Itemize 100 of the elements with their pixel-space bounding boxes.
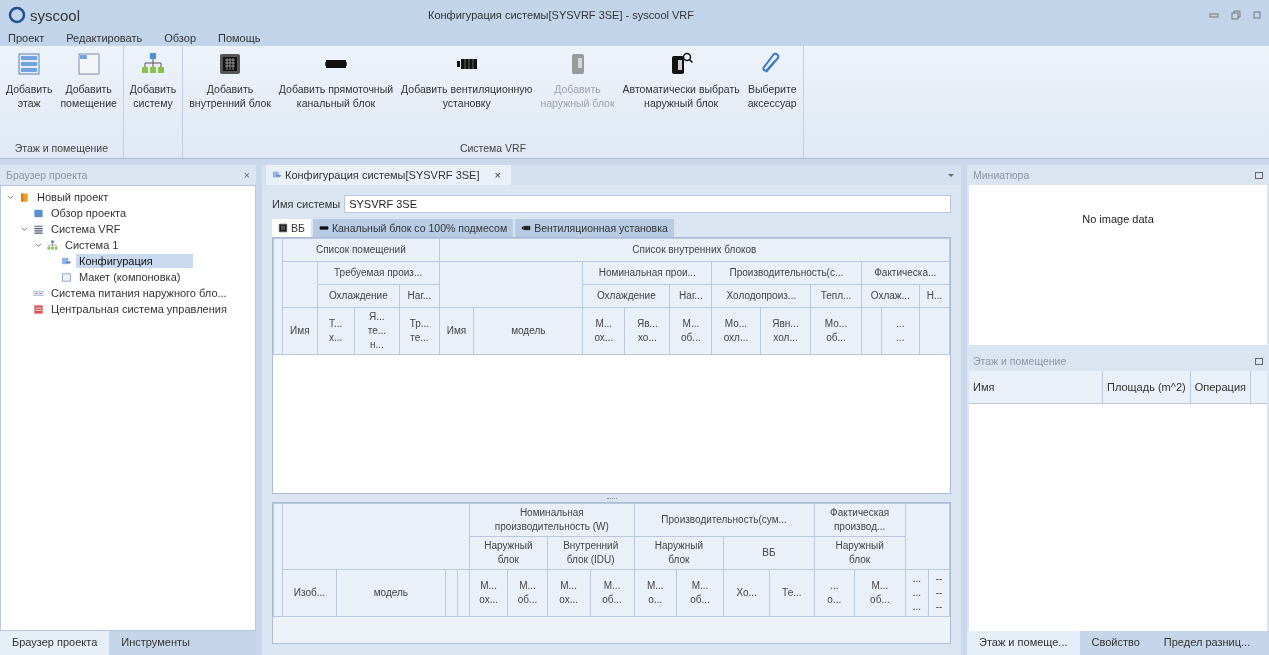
column-header: Имя <box>439 307 474 355</box>
ribbon-button[interactable]: Автоматически выбрать наружный блок <box>618 50 744 142</box>
menu-item[interactable]: Помощь <box>218 32 261 44</box>
close-button[interactable]: × <box>494 169 501 181</box>
column-header: Я... те... н... <box>354 307 400 355</box>
window-title: Конфигурация системы[SYSVRF 3SE] - syscool VRF <box>428 9 695 21</box>
panel-tab[interactable]: Свойство <box>1079 631 1152 655</box>
tree-item[interactable]: Система питания наружного бло... <box>48 286 230 300</box>
outdoor-unit-search-icon <box>669 52 694 76</box>
column-header: М... ох... <box>582 307 625 355</box>
menu-item[interactable]: Редактировать <box>66 32 143 44</box>
ribbon-button[interactable]: Добавить помещение <box>56 50 121 142</box>
collapse-caret-icon[interactable] <box>33 241 43 249</box>
panel-tab[interactable]: Браузер проекта <box>0 631 110 655</box>
folder-icon <box>19 191 30 203</box>
system-name-field[interactable]: SYSVRF 3SE <box>344 195 951 213</box>
ventilation-unit-icon <box>521 223 532 233</box>
panel-tab[interactable]: Инструменты <box>109 631 202 655</box>
restore-icon[interactable] <box>1231 10 1241 20</box>
column-header: Площадь (m^2) <box>1103 371 1191 403</box>
column-header: Мо... охл... <box>711 307 761 355</box>
column-header: Наружный блок <box>634 536 724 570</box>
column-header: М... об... <box>676 569 724 617</box>
column-header: ... о... <box>814 569 855 617</box>
stacked-layers-icon <box>17 52 42 76</box>
column-header: ... ... <box>881 307 920 355</box>
document-tab[interactable]: Конфигурация системы[SYSVRF 3SE] × <box>266 165 511 185</box>
column-header: Имя <box>282 307 318 355</box>
ribbon-group-label: Система VRF <box>458 142 528 156</box>
column-header: Наружный блок <box>469 536 548 570</box>
panel-title: Этаж и помещение <box>973 355 1067 367</box>
column-header: Изоб... <box>282 569 337 617</box>
column-header: Номинальная прои... <box>582 261 712 285</box>
dropdown-caret-icon[interactable] <box>947 171 955 179</box>
column-header: модель <box>336 569 446 617</box>
list-icon <box>33 223 44 235</box>
ribbon-button[interactable]: Добавить внутренний блок <box>185 50 275 142</box>
ribbon-button[interactable]: Добавить вентиляционную установку <box>397 50 537 142</box>
ribbon-button[interactable]: Добавить этаж <box>2 50 57 142</box>
layout-icon <box>61 271 72 283</box>
ribbon-group-label: Этаж и помещение <box>13 142 110 156</box>
menu-item[interactable]: Обзор <box>164 32 196 44</box>
column-header: Т... х... <box>317 307 355 355</box>
ribbon-button[interactable]: Добавить прямоточный канальный блок <box>274 50 398 142</box>
column-header: ВБ <box>723 536 815 570</box>
minimize-icon[interactable] <box>1209 10 1219 20</box>
hierarchy-icon <box>47 239 58 251</box>
window-icon <box>76 52 101 76</box>
column-header: Производительность(с... <box>711 261 862 285</box>
column-header: М... об... <box>590 569 635 617</box>
unit-type-tab[interactable]: Вентиляционная установка <box>515 219 674 237</box>
column-header: М... о... <box>634 569 677 617</box>
column-header: Фактическая производ... <box>814 503 906 537</box>
panel-tab[interactable]: Предел разниц... <box>1151 631 1263 655</box>
panel-title: Миниатюра <box>973 169 1030 181</box>
unit-type-tab[interactable]: Канальный блок со 100% подмесом <box>312 219 514 237</box>
column-header: Те... <box>769 569 815 617</box>
app-logo-text: syscool <box>30 6 81 24</box>
close-icon[interactable] <box>1253 10 1261 20</box>
tree-item[interactable]: Система VRF <box>48 222 124 236</box>
logo-ring-icon <box>8 6 26 24</box>
column-header: Тр... те... <box>399 307 440 355</box>
column-header: Мо... об... <box>810 307 862 355</box>
field-label: Имя системы <box>272 198 341 210</box>
column-header: М... об... <box>507 569 548 617</box>
tree-item[interactable]: Система 1 <box>62 238 122 252</box>
ribbon-button[interactable]: Добавить систему <box>125 50 181 142</box>
column-header: М... об... <box>669 307 712 355</box>
collapse-caret-icon[interactable] <box>19 225 29 233</box>
column-header: Список помещений <box>282 238 440 262</box>
grille-unit-icon <box>278 223 288 233</box>
unit-type-tab[interactable]: ВБ <box>272 219 311 237</box>
menu-item[interactable]: Проект <box>8 32 45 44</box>
empty-message: No image data <box>1082 213 1154 227</box>
tree-item[interactable]: Обзор проекта <box>48 206 130 220</box>
column-header: Наружный блок <box>814 536 906 570</box>
tree-item[interactable]: Новый проект <box>34 190 112 204</box>
hierarchy-icon <box>141 52 166 76</box>
ribbon-button[interactable]: Выберите аксессуар <box>743 50 801 142</box>
column-header: Производительность(сум... <box>634 503 815 537</box>
panel-title: Браузер проекта <box>6 169 88 181</box>
document-icon <box>33 207 44 219</box>
pin-icon[interactable] <box>1255 171 1263 179</box>
tree-item[interactable]: Конфигурация <box>76 254 193 268</box>
tree-item[interactable]: Центральная система управления <box>48 302 230 316</box>
column-header: М... ох... <box>469 569 508 617</box>
panel-tab[interactable]: Этаж и помеще... <box>967 631 1080 655</box>
duct-unit-icon <box>318 223 329 233</box>
grille-unit-icon <box>218 52 243 76</box>
control-panel-icon <box>33 303 44 315</box>
tree-item[interactable]: Макет (компоновка) <box>76 270 184 284</box>
column-header: Яв... хо... <box>624 307 670 355</box>
column-header: модель <box>473 307 583 355</box>
column-header: Хо... <box>723 569 770 617</box>
column-header: М... ох... <box>547 569 590 617</box>
column-header: Внутренний блок (IDU) <box>547 536 635 570</box>
pin-icon[interactable] <box>1255 357 1263 365</box>
close-button[interactable]: × <box>243 169 250 181</box>
column-header: М... об... <box>854 569 906 617</box>
collapse-caret-icon[interactable] <box>5 193 15 201</box>
